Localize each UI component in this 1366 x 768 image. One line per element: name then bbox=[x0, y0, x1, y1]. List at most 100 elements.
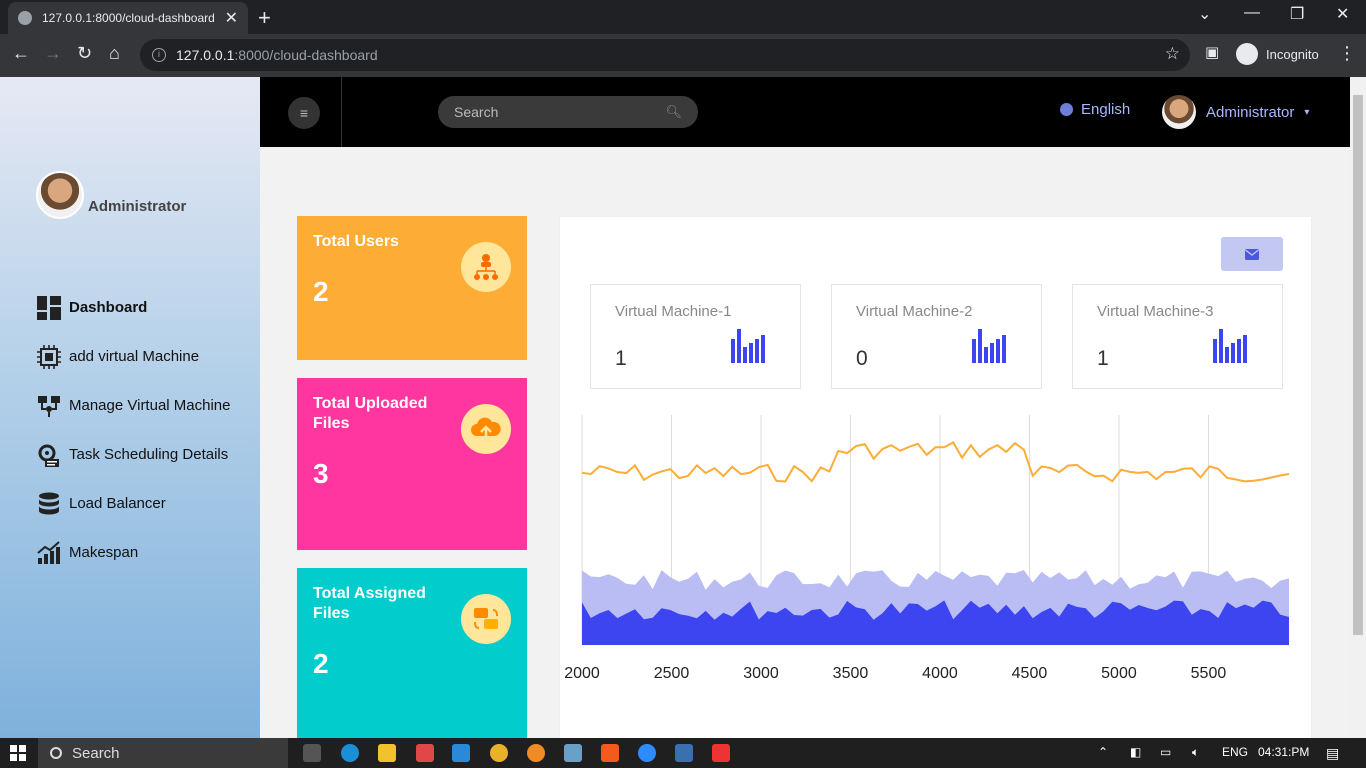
avatar bbox=[36, 171, 84, 219]
sidebar-item-dashboard[interactable]: Dashboard bbox=[36, 283, 230, 332]
x-tick-label: 4500 bbox=[1012, 665, 1048, 682]
search-input[interactable] bbox=[454, 104, 666, 120]
minimize-icon[interactable]: — bbox=[1244, 4, 1260, 22]
card-value: 2 bbox=[313, 648, 329, 679]
sidebar-item-task-scheduling[interactable]: Task Scheduling Details bbox=[36, 430, 230, 479]
vm-card-2[interactable]: Virtual Machine-2 0 bbox=[831, 284, 1042, 389]
globe-icon bbox=[18, 11, 32, 25]
chrome-icon[interactable] bbox=[490, 744, 508, 762]
vm-value: 0 bbox=[856, 347, 868, 370]
file-explorer-icon[interactable] bbox=[378, 744, 396, 762]
vm-card-1[interactable]: Virtual Machine-1 1 bbox=[590, 284, 801, 389]
url-host: 127.0.0.1 bbox=[176, 47, 235, 63]
language-selector[interactable]: English bbox=[1060, 101, 1130, 118]
sidebar-item-manage-vm[interactable]: Manage Virtual Machine bbox=[36, 381, 230, 430]
hamburger-menu-icon[interactable]: ≡ bbox=[288, 97, 320, 129]
taskbar-search-label: Search bbox=[72, 744, 120, 762]
bar-chart-icon bbox=[1213, 329, 1247, 363]
scrollbar-thumb[interactable] bbox=[1353, 95, 1363, 635]
network-icon[interactable]: ▭ bbox=[1160, 745, 1171, 759]
x-tick-label: 2500 bbox=[654, 665, 690, 682]
sidebar-item-label: Task Scheduling Details bbox=[69, 446, 229, 463]
cpu-chip-icon bbox=[36, 344, 61, 369]
vm-card-3[interactable]: Virtual Machine-3 1 bbox=[1072, 284, 1283, 389]
sidebar-item-load-balancer[interactable]: Load Balancer bbox=[36, 479, 230, 528]
notifications-icon[interactable]: ▤ bbox=[1326, 745, 1339, 762]
volume-icon[interactable]: 🔈︎ bbox=[1192, 745, 1199, 760]
vm-value: 1 bbox=[1097, 347, 1109, 370]
clock[interactable]: 04:31:PM bbox=[1258, 745, 1309, 759]
sidebar-profile: Administrator bbox=[36, 171, 186, 219]
x-tick-label: 3000 bbox=[743, 665, 779, 682]
chevron-up-icon[interactable]: ⌃ bbox=[1098, 745, 1108, 759]
tab-title: 127.0.0.1:8000/cloud-dashboard bbox=[42, 11, 215, 25]
back-arrow-icon[interactable]: ← bbox=[12, 43, 30, 64]
mail-button[interactable] bbox=[1221, 237, 1283, 271]
globe-icon bbox=[1060, 103, 1073, 116]
brave-icon[interactable] bbox=[601, 744, 619, 762]
info-icon[interactable]: i bbox=[152, 48, 166, 62]
orange-line-series bbox=[581, 441, 1290, 483]
star-icon[interactable]: ☆ bbox=[1165, 44, 1180, 64]
search-icon[interactable]: 🔍︎ bbox=[665, 104, 682, 120]
page-scrollbar[interactable] bbox=[1350, 77, 1366, 738]
sidebar-item-label: Load Balancer bbox=[69, 495, 166, 512]
activity-chart: 2000 2500 3000 3500 4000 4500 5000 5500 bbox=[564, 415, 1290, 682]
browser-tab[interactable]: 127.0.0.1:8000/cloud-dashboard ✕ bbox=[8, 2, 248, 34]
app-icon[interactable] bbox=[564, 744, 582, 762]
sidebar-user-name: Administrator bbox=[88, 198, 187, 215]
card-value: 3 bbox=[313, 458, 329, 489]
meet-icon[interactable]: ◧ bbox=[1130, 745, 1141, 759]
x-tick-label: 4000 bbox=[922, 665, 958, 682]
language-indicator[interactable]: ENG bbox=[1222, 745, 1248, 759]
database-icon bbox=[36, 491, 61, 516]
home-icon[interactable]: ⌂ bbox=[109, 43, 120, 64]
task-view-icon[interactable] bbox=[303, 744, 321, 762]
reload-icon[interactable]: ↻ bbox=[77, 43, 92, 64]
card-title: Total Uploaded Files bbox=[313, 395, 428, 432]
card-value: 2 bbox=[313, 276, 329, 307]
search-app-icon[interactable] bbox=[527, 744, 545, 762]
card-total-users[interactable]: Total Users 2 bbox=[297, 216, 527, 360]
sidebar-item-label: Manage Virtual Machine bbox=[69, 397, 231, 414]
network-nodes-icon bbox=[36, 393, 61, 418]
incognito-indicator[interactable]: Incognito bbox=[1236, 43, 1319, 65]
vm-title: Virtual Machine-1 bbox=[615, 303, 732, 320]
avatar bbox=[1162, 95, 1196, 129]
card-total-assigned-files[interactable]: Total Assigned Files 2 bbox=[297, 568, 527, 738]
sidebar-item-label: Makespan bbox=[69, 544, 139, 561]
user-menu[interactable]: Administrator ▾ bbox=[1162, 95, 1309, 129]
chevron-down-icon[interactable]: ⌄ bbox=[1198, 4, 1211, 24]
close-icon[interactable]: ✕ bbox=[1336, 4, 1349, 24]
sidebar-menu: Dashboard add virtual Machine Manage Vir… bbox=[36, 283, 230, 577]
app-icon[interactable] bbox=[416, 744, 434, 762]
sidebar-item-makespan[interactable]: Makespan bbox=[36, 528, 230, 577]
browser-toolbar: ← → ↻ ⌂ i 127.0.0.1:8000/cloud-dashboard… bbox=[0, 34, 1366, 77]
app-icon[interactable] bbox=[675, 744, 693, 762]
close-icon[interactable]: ✕ bbox=[225, 8, 238, 28]
sidebar-item-label: Dashboard bbox=[69, 299, 148, 316]
forward-arrow-icon[interactable]: → bbox=[44, 43, 62, 64]
plus-icon[interactable]: + bbox=[258, 5, 271, 31]
sidebar: Administrator Dashboard add virtual Mach… bbox=[0, 77, 260, 738]
windows-start-icon[interactable] bbox=[10, 745, 26, 761]
sidepanel-icon[interactable]: ▣ bbox=[1205, 43, 1219, 61]
chevron-down-icon: ▾ bbox=[1304, 106, 1310, 118]
dashboard-grid-icon bbox=[36, 295, 61, 320]
top-header: ≡ 🔍︎ English Administrator ▾ bbox=[260, 77, 1350, 147]
sidebar-item-add-vm[interactable]: add virtual Machine bbox=[36, 332, 230, 381]
card-total-uploaded-files[interactable]: Total Uploaded Files 3 bbox=[297, 378, 527, 550]
taskbar-search[interactable]: Search bbox=[38, 738, 288, 768]
vscode-icon[interactable] bbox=[452, 744, 470, 762]
cloud-upload-icon bbox=[461, 404, 511, 454]
anydesk-icon[interactable] bbox=[712, 744, 730, 762]
edge-icon[interactable] bbox=[341, 744, 359, 762]
address-bar[interactable]: i 127.0.0.1:8000/cloud-dashboard ☆ bbox=[140, 39, 1190, 71]
search-box[interactable]: 🔍︎ bbox=[438, 96, 698, 128]
kebab-menu-icon[interactable]: ⋮ bbox=[1338, 43, 1356, 64]
page: Administrator Dashboard add virtual Mach… bbox=[0, 77, 1350, 738]
vm-value: 1 bbox=[615, 347, 627, 370]
restore-icon[interactable]: ❐ bbox=[1290, 4, 1304, 24]
x-tick-label: 5000 bbox=[1101, 665, 1137, 682]
zoom-icon[interactable] bbox=[638, 744, 656, 762]
